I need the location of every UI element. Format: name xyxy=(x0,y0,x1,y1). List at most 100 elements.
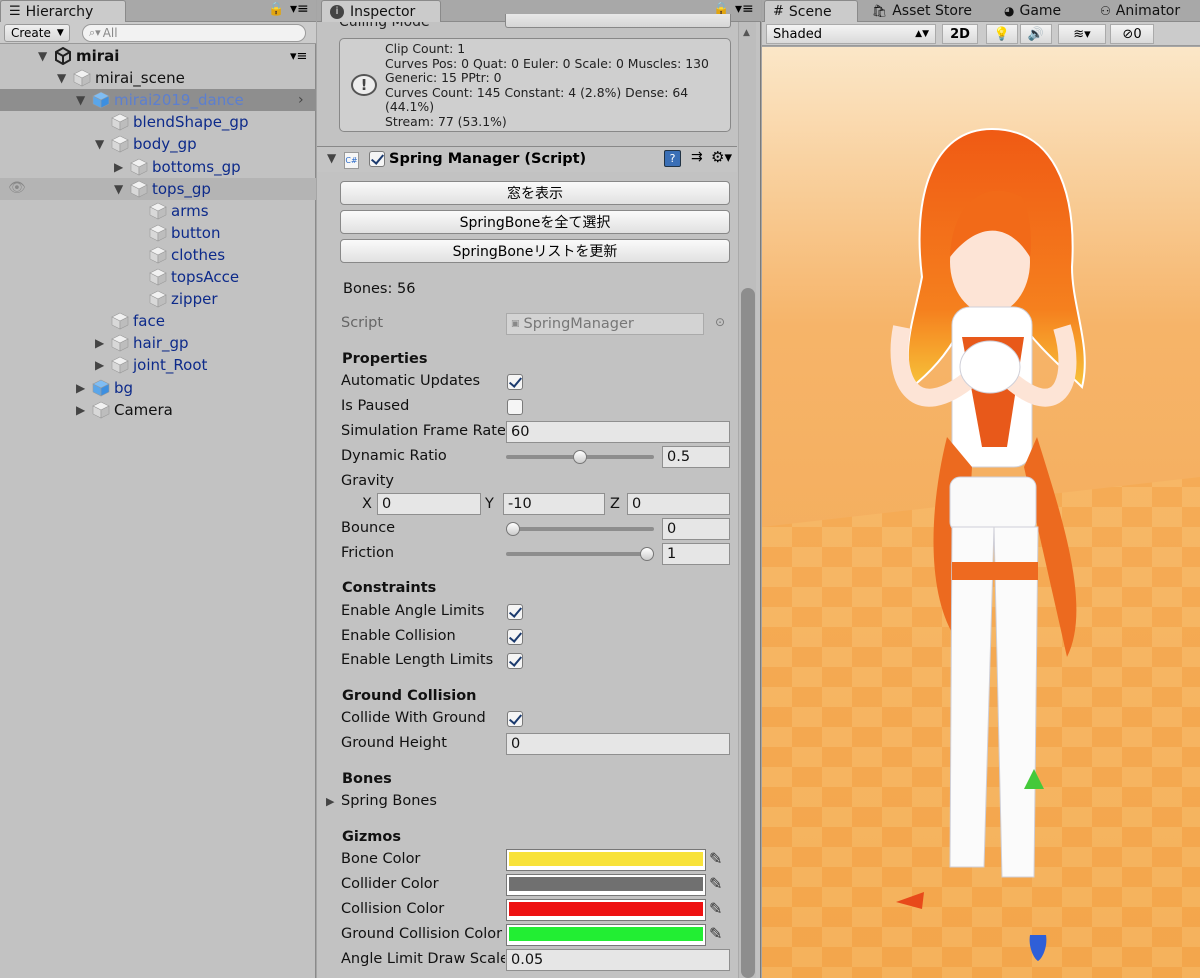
bone-color-field[interactable] xyxy=(506,849,706,871)
effects-toggle-icon[interactable]: ≋▾ xyxy=(1058,24,1106,44)
hierarchy-row[interactable]: blendShape_gp xyxy=(0,111,316,133)
dynamic-ratio-knob[interactable] xyxy=(573,450,587,464)
angle-limit-draw-scale-field[interactable]: 0.05 xyxy=(506,949,730,971)
lock-icon[interactable]: 🔒 xyxy=(268,2,284,17)
enable-angle-limits-checkbox[interactable] xyxy=(507,604,523,620)
collapsed-arrow-icon[interactable]: ▶ xyxy=(95,358,104,372)
tab-animator[interactable]: ⚇ Animator xyxy=(1092,0,1188,22)
help-icon[interactable]: ? xyxy=(664,150,681,167)
inspector-scrollbar[interactable]: ▲ xyxy=(738,22,756,978)
automatic-updates-checkbox[interactable] xyxy=(507,374,523,390)
friction-field[interactable]: 1 xyxy=(662,543,730,565)
enable-collision-checkbox[interactable] xyxy=(507,629,523,645)
hierarchy-row[interactable]: ▼ body_gp xyxy=(0,133,316,155)
collapsed-arrow-icon[interactable]: ▶ xyxy=(114,160,123,174)
bounce-field[interactable]: 0 xyxy=(662,518,730,540)
collapsed-arrow-icon[interactable]: ▶ xyxy=(95,336,104,350)
object-picker-icon[interactable]: ⊙ xyxy=(715,315,725,329)
scroll-up-icon[interactable]: ▲ xyxy=(743,28,750,38)
open-prefab-icon[interactable]: › xyxy=(298,92,304,108)
hierarchy-row[interactable]: face xyxy=(0,310,316,332)
simulation-frame-rate-field[interactable]: 60 xyxy=(506,421,730,443)
spring-bones-foldout[interactable]: Spring Bones xyxy=(341,793,437,809)
tab-inspector[interactable]: i Inspector xyxy=(321,0,441,22)
gear-icon[interactable]: ⚙▾ xyxy=(711,148,732,166)
eyedropper-icon[interactable]: ✎ xyxy=(709,849,722,868)
hierarchy-search-input[interactable]: ⌕▾ All xyxy=(82,24,306,42)
scene-viewport[interactable] xyxy=(762,47,1200,978)
ground-height-field[interactable]: 0 xyxy=(506,733,730,755)
hidden-objects-toggle[interactable]: ⊘ 0 xyxy=(1110,24,1154,44)
hidden-objects-count: 0 xyxy=(1133,26,1142,42)
collider-color-field[interactable] xyxy=(506,874,706,896)
show-window-button[interactable]: 窓を表示 xyxy=(340,181,730,205)
hierarchy-row[interactable]: arms xyxy=(0,200,316,222)
enable-length-limits-checkbox[interactable] xyxy=(507,653,523,669)
collision-color-field[interactable] xyxy=(506,899,706,921)
expanded-arrow-icon[interactable]: ▼ xyxy=(38,49,47,63)
hierarchy-row[interactable]: ▶ hair_gp xyxy=(0,332,316,354)
expanded-arrow-icon[interactable]: ▼ xyxy=(76,93,85,107)
friction-slider[interactable] xyxy=(506,552,654,556)
select-all-springbones-button[interactable]: SpringBoneを全て選択 xyxy=(340,210,730,234)
refresh-springbone-list-button[interactable]: SpringBoneリストを更新 xyxy=(340,239,730,263)
scene-menu-icon[interactable]: ▾≡ xyxy=(290,49,307,64)
shading-mode-dropdown[interactable]: Shaded ▲▼ xyxy=(766,24,936,44)
hierarchy-row[interactable]: ▶ bottoms_gp xyxy=(0,156,316,178)
hierarchy-row[interactable]: zipper xyxy=(0,288,316,310)
hierarchy-row[interactable]: ▶ bg xyxy=(0,377,316,399)
preset-icon[interactable]: ⇉ xyxy=(691,149,703,165)
audio-toggle-icon[interactable]: 🔊 xyxy=(1020,24,1052,44)
create-button[interactable]: Create ▼ xyxy=(4,24,70,42)
is-paused-checkbox[interactable] xyxy=(507,399,523,415)
expanded-arrow-icon[interactable]: ▼ xyxy=(114,182,123,196)
collide-with-ground-checkbox[interactable] xyxy=(507,711,523,727)
constraints-header: Constraints xyxy=(342,580,437,596)
hierarchy-row[interactable]: button xyxy=(0,222,316,244)
hierarchy-row[interactable]: clothes xyxy=(0,244,316,266)
hierarchy-row[interactable]: ▼ tops_gp xyxy=(0,177,316,200)
dynamic-ratio-field[interactable]: 0.5 xyxy=(662,446,730,468)
foldout-arrow-icon[interactable]: ▶ xyxy=(326,795,334,808)
tab-scene[interactable]: # Scene xyxy=(764,0,858,22)
enable-length-limits-label: Enable Length Limits xyxy=(341,652,494,668)
collider-color-swatch xyxy=(509,877,703,891)
gravity-z-field[interactable]: 0 xyxy=(627,493,730,515)
menu-icon[interactable]: ▾≡ xyxy=(290,1,309,17)
scrollbar-thumb[interactable] xyxy=(741,288,755,978)
hierarchy-row[interactable]: ▼ mirai2019_dance › xyxy=(0,89,316,112)
eyedropper-icon[interactable]: ✎ xyxy=(709,874,722,893)
tab-asset-store[interactable]: 🛍 Asset Store xyxy=(864,0,980,22)
expanded-arrow-icon[interactable]: ▼ xyxy=(95,137,104,151)
tab-game[interactable]: ◕ Game xyxy=(996,0,1069,22)
eyedropper-icon[interactable]: ✎ xyxy=(709,924,722,943)
hierarchy-row[interactable]: ▶ joint_Root xyxy=(0,354,316,376)
lighting-toggle-icon[interactable]: 💡 xyxy=(986,24,1018,44)
tab-hierarchy[interactable]: ☰ Hierarchy xyxy=(0,0,126,22)
hierarchy-row[interactable]: ▼ mirai ▾≡ xyxy=(0,45,316,67)
menu-icon[interactable]: ▾≡ xyxy=(735,1,754,17)
spring-manager-header[interactable]: ▼ C# Spring Manager (Script) ? ⇉ ⚙▾ xyxy=(317,146,737,172)
collapsed-arrow-icon[interactable]: ▶ xyxy=(76,381,85,395)
gravity-x-field[interactable]: 0 xyxy=(377,493,481,515)
foldout-arrow-icon[interactable]: ▼ xyxy=(327,151,336,165)
hierarchy-row[interactable]: ▼ mirai_scene xyxy=(0,67,316,89)
hierarchy-row[interactable]: ▶ Camera xyxy=(0,399,316,421)
visibility-eye-icon[interactable]: 👁 xyxy=(8,180,26,196)
bounce-knob[interactable] xyxy=(506,522,520,536)
hierarchy-row-label: mirai2019_dance xyxy=(114,91,244,110)
enable-collision-label: Enable Collision xyxy=(341,628,456,644)
friction-knob[interactable] xyxy=(640,547,654,561)
eyedropper-icon[interactable]: ✎ xyxy=(709,899,722,918)
component-enabled-checkbox[interactable] xyxy=(369,151,385,167)
bounce-slider[interactable] xyxy=(506,527,654,531)
scene-tabbar: # Scene 🛍 Asset Store ◕ Game ⚇ Animator xyxy=(762,0,1200,22)
cube-icon xyxy=(149,290,167,308)
expanded-arrow-icon[interactable]: ▼ xyxy=(57,71,66,85)
gravity-y-field[interactable]: -10 xyxy=(503,493,605,515)
ground-collision-color-field[interactable] xyxy=(506,924,706,946)
culling-mode-dropdown[interactable] xyxy=(505,14,731,28)
collapsed-arrow-icon[interactable]: ▶ xyxy=(76,403,85,417)
hierarchy-row[interactable]: topsAcce xyxy=(0,266,316,288)
2d-toggle-button[interactable]: 2D xyxy=(942,24,978,44)
